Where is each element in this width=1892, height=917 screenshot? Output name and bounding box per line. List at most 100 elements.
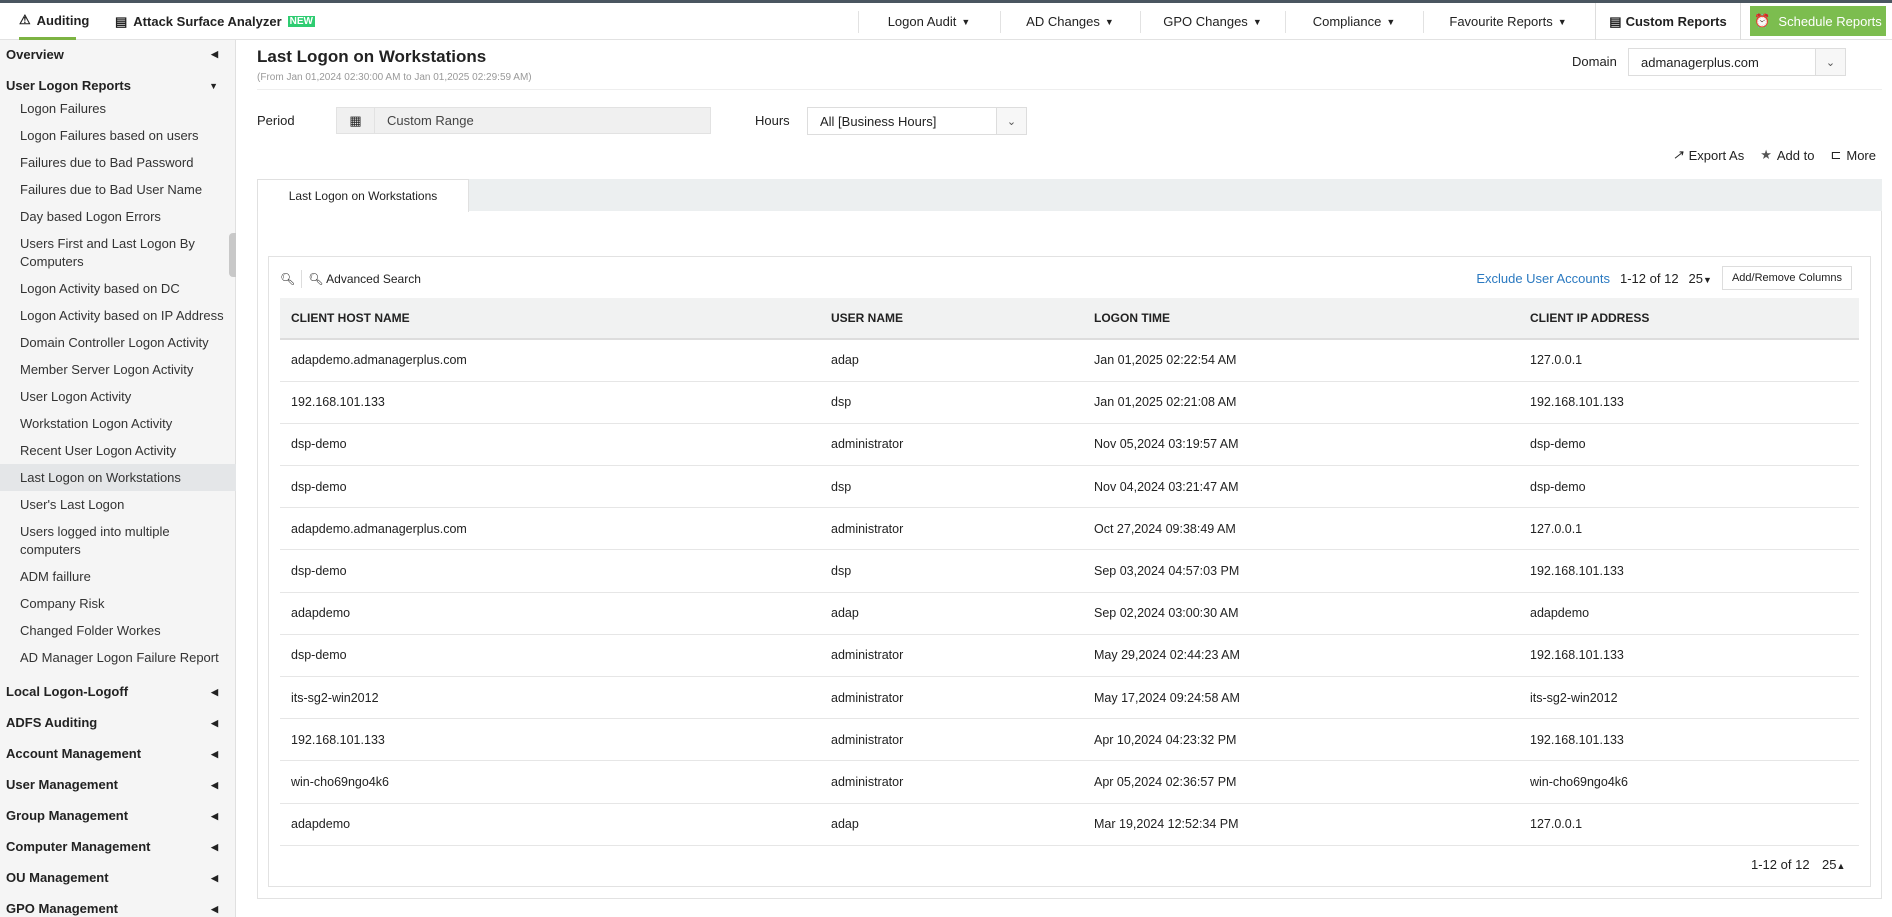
column-header[interactable]: CLIENT IP ADDRESS [1519,298,1859,340]
nav-label: Logon Audit [887,14,957,29]
sidebar-item[interactable]: Company Risk [0,590,236,617]
document-bug-icon: ▤ [115,13,128,29]
schedule-reports-button[interactable]: ⏰ Schedule Reports [1750,6,1886,36]
column-header[interactable]: LOGON TIME [1083,298,1519,340]
caret-down-icon: ▼ [1104,16,1114,27]
sidebar-item[interactable]: Member Server Logon Activity [0,356,236,383]
caret-left-icon: ◀ [211,842,218,852]
sidebar-overview[interactable]: Overview ◀ [0,41,236,68]
report-icon: ▤ [1609,13,1622,29]
hours-select[interactable]: All [Business Hours] ⌄ [807,107,1027,135]
more-button[interactable]: ⊏ More [1830,147,1876,163]
exclude-user-accounts-link[interactable]: Exclude User Accounts [1476,271,1610,286]
sidebar-section[interactable]: Computer Management ◀ [0,839,236,855]
sidebar-item[interactable]: Logon Activity based on IP Address [0,302,236,329]
sidebar-section[interactable]: User Management ◀ [0,777,236,793]
domain-value: admanagerplus.com [1641,54,1759,70]
tab-auditing[interactable]: ⚠ Auditing [19,3,89,40]
sidebar-section[interactable]: Group Management ◀ [0,808,236,824]
custom-reports-button[interactable]: ▤ Custom Reports [1595,3,1741,40]
table-cell: adapdemo [280,592,820,635]
sidebar-item[interactable]: User Logon Activity [0,383,236,410]
table-cell: dsp-demo [1519,465,1859,509]
custom-reports-label: Custom Reports [1625,14,1727,29]
more-icon: ⊏ [1830,147,1842,162]
column-header[interactable]: USER NAME [820,298,1083,340]
sidebar-item[interactable]: Recent User Logon Activity [0,437,236,464]
label: Account Management [6,746,142,761]
table-cell: Mar 19,2024 12:52:34 PM [1083,803,1519,846]
sidebar-item[interactable]: Workstation Logon Activity [0,410,236,437]
caret-left-icon: ◀ [211,904,218,914]
table-row: adapdemo.admanagerplus.com adap Jan 01,202… [280,339,1859,382]
sidebar-item[interactable]: AD Manager Logon Failure Report [0,644,236,671]
table-cell: Jan 01,2025 02:21:08 AM [1083,381,1519,424]
calendar-icon: ▦ [337,108,375,133]
domain-select[interactable]: admanagerplus.com ⌄ [1628,48,1846,76]
quick-search-icon[interactable]: 🔍︎ [280,272,295,286]
table-cell: administrator [820,634,1083,678]
period-select[interactable]: ▦ Custom Range [336,107,711,134]
nav-label: AD Changes [1026,14,1100,29]
label: GPO Management [6,901,118,916]
sidebar-item[interactable]: Last Logon on Workstations [0,464,236,491]
sidebar-item[interactable]: Logon Failures [0,95,236,122]
sidebar-item[interactable]: Failures due to Bad User Name [0,176,236,203]
sidebar-item[interactable]: User's Last Logon [0,491,236,518]
caret-down-icon: ▼ [1557,16,1567,27]
page-size-select[interactable]: 25▼ [1689,271,1712,286]
caret-down-icon: ▼ [961,16,971,27]
sidebar-section[interactable]: Account Management ◀ [0,746,236,762]
nav-label: Compliance [1312,14,1382,29]
sidebar-item[interactable]: Day based Logon Errors [0,203,236,230]
schedule-reports-label: Schedule Reports [1778,13,1882,29]
column-header[interactable]: CLIENT HOST NAME [280,298,820,340]
export-as-button[interactable]: ↗ Export As [1673,147,1745,163]
table-row: adapdemo adap Sep 02,2024 03:00:30 AM adapd… [280,592,1859,635]
caret-down-icon: ▼ [1252,16,1262,27]
sidebar-item[interactable]: Logon Failures based on users [0,122,236,149]
sidebar-item[interactable]: Changed Folder Workes [0,617,236,644]
add-remove-columns-button[interactable]: Add/Remove Columns [1721,266,1852,290]
sidebar-item[interactable]: Domain Controller Logon Activity [0,329,236,356]
tab-attack-surface-analyzer[interactable]: ▤ Attack Surface Analyzer NEW [115,3,315,40]
table-cell: its-sg2-win2012 [280,676,820,720]
sidebar-item[interactable]: Logon Activity based on DC [0,275,236,302]
caret-down-icon: ▼ [1386,16,1396,27]
report-table: CLIENT HOST NAME USER NAME LOGON TIME CL… [280,298,1859,846]
nav-gpo-changes[interactable]: GPO Changes ▼ [1140,3,1285,40]
sidebar-section[interactable]: GPO Management ◀ [0,901,236,917]
table-cell: Nov 05,2024 03:19:57 AM [1083,423,1519,467]
table-cell: adapdemo.admanagerplus.com [280,507,820,551]
footer-page-size[interactable]: 25▲ [1822,857,1845,872]
table-cell: adapdemo [280,803,820,846]
nav-ad-changes[interactable]: AD Changes ▼ [1000,3,1140,40]
caret-left-icon: ◀ [211,718,218,728]
table-cell: administrator [820,507,1083,551]
nav-favourite-reports[interactable]: Favourite Reports ▼ [1423,3,1593,40]
sidebar-item[interactable]: Users logged into multiple computers [0,518,236,563]
sidebar-item[interactable]: Failures due to Bad Password [0,149,236,176]
tab-last-logon-on-workstations[interactable]: Last Logon on Workstations [257,179,469,212]
top-bar: ⚠ Auditing ▤ Attack Surface Analyzer NEW Lo… [0,3,1892,40]
advanced-search-button[interactable]: 🔍︎ Advanced Search [308,272,421,286]
sidebar-section[interactable]: ADFS Auditing ◀ [0,715,236,731]
sidebar-section[interactable]: Local Logon-Logoff ◀ [0,684,236,700]
table-cell: adapdemo.admanagerplus.com [280,339,820,382]
label: User Management [6,777,118,792]
label: Local Logon-Logoff [6,684,129,699]
sidebar-section[interactable]: OU Management ◀ [0,870,236,886]
sidebar-collapse-handle[interactable] [229,233,236,277]
add-to-button[interactable]: ★ Add to [1760,147,1814,163]
table-cell: adap [820,592,1083,635]
nav-compliance[interactable]: Compliance ▼ [1285,3,1423,40]
sidebar-item[interactable]: ADM faillure [0,563,236,590]
table-cell: administrator [820,760,1083,804]
caret-left-icon: ◀ [211,687,218,697]
chevron-down-icon: ⌄ [996,108,1026,134]
table-cell: dsp [820,549,1083,593]
table-cell: administrator [820,676,1083,720]
nav-logon-audit[interactable]: Logon Audit ▼ [858,3,1000,40]
caret-left-icon: ◀ [211,49,218,59]
sidebar-item[interactable]: Users First and Last Logon By Computers [0,230,236,275]
